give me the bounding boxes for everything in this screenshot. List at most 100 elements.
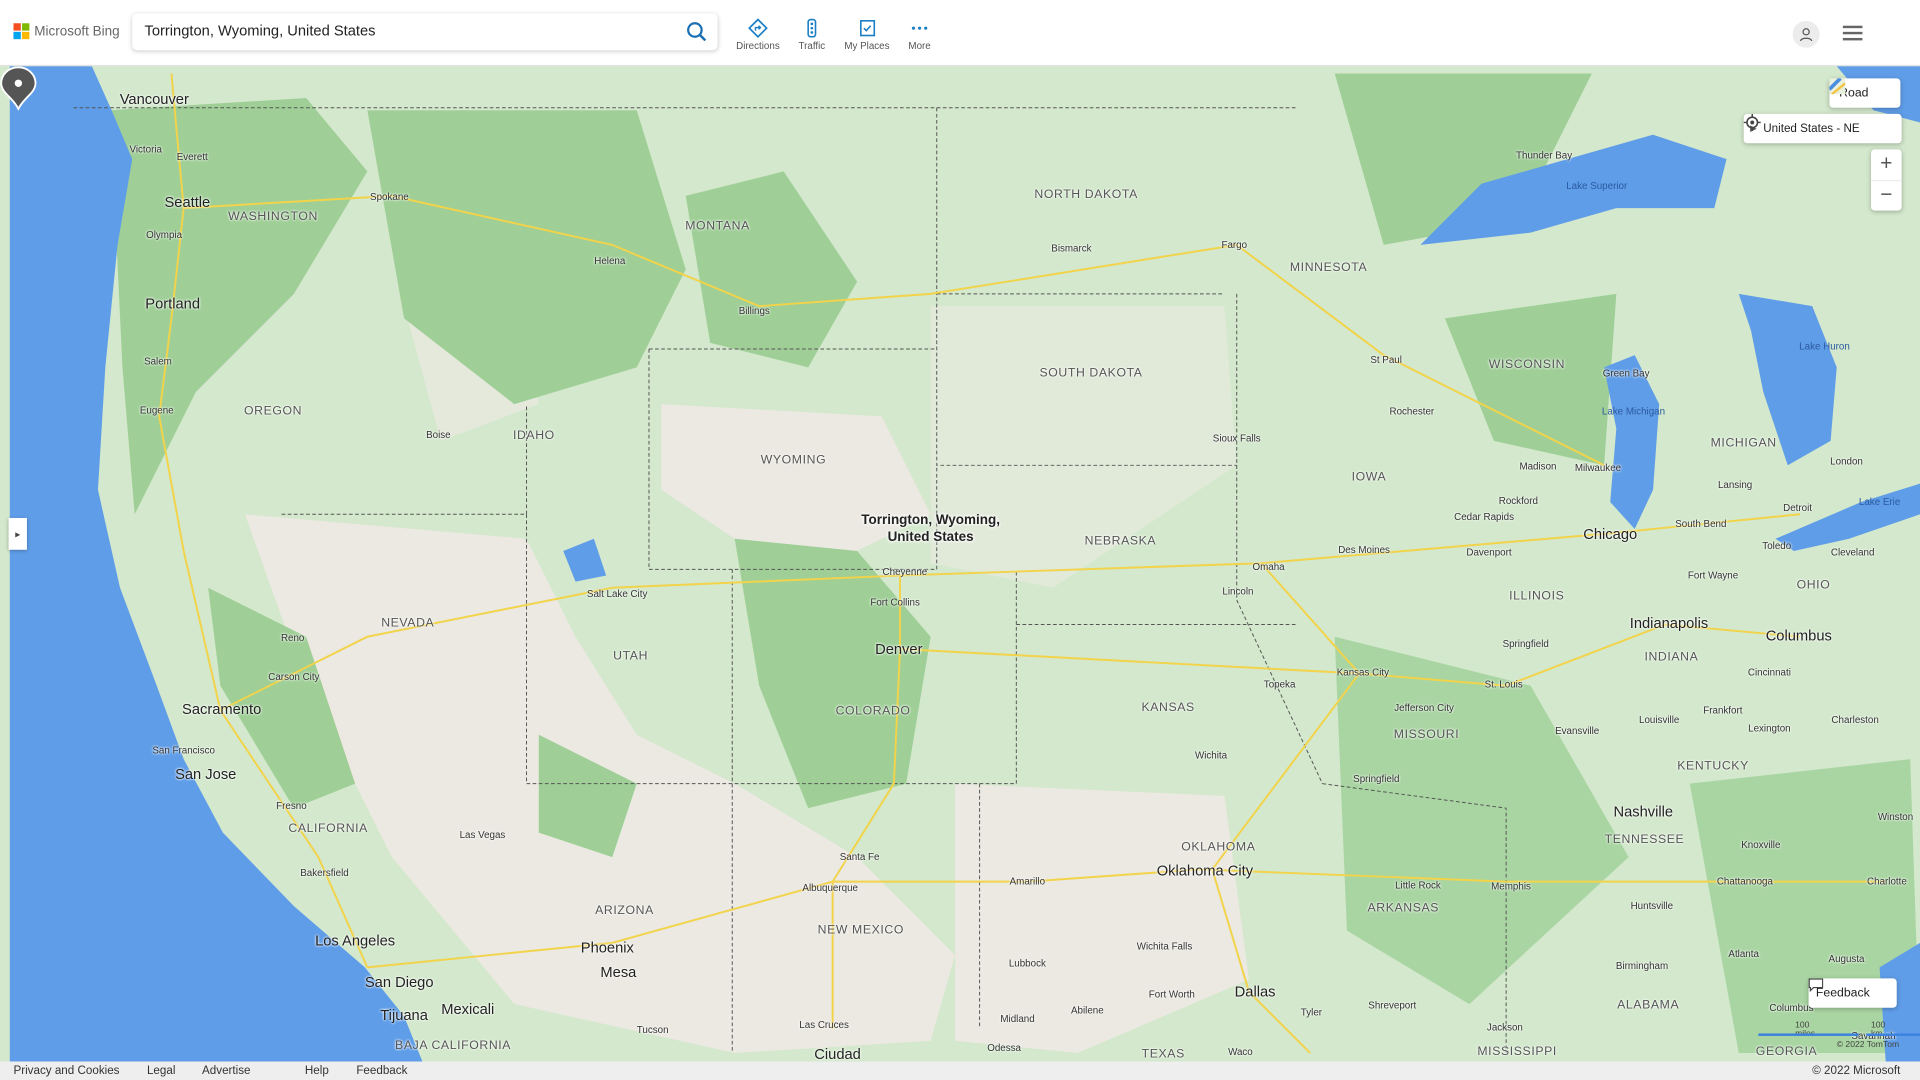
city-label[interactable]: Boise bbox=[426, 429, 451, 440]
map-feedback-button[interactable]: Feedback bbox=[1808, 978, 1897, 1008]
city-label[interactable]: Evansville bbox=[1555, 726, 1599, 737]
city-label[interactable]: Madison bbox=[1519, 461, 1556, 472]
my-location-icon[interactable] bbox=[1743, 113, 1761, 132]
city-label[interactable]: Rockford bbox=[1499, 495, 1538, 506]
major-city-label[interactable]: Denver bbox=[875, 640, 922, 657]
expand-panel-button[interactable]: ▸ bbox=[8, 517, 27, 550]
city-label[interactable]: Charleston bbox=[1831, 714, 1878, 725]
city-label[interactable]: Wichita bbox=[1195, 750, 1227, 761]
bing-logo[interactable]: Microsoft Bing bbox=[13, 23, 120, 40]
state-label[interactable]: ARIZONA bbox=[595, 904, 654, 917]
search-box[interactable] bbox=[132, 13, 718, 51]
state-label[interactable]: TENNESSEE bbox=[1605, 833, 1685, 846]
city-label[interactable]: Cleveland bbox=[1831, 547, 1875, 558]
state-label[interactable]: MONTANA bbox=[685, 220, 750, 233]
privacy-link[interactable]: Privacy and Cookies bbox=[13, 1064, 119, 1077]
city-label[interactable]: Lexington bbox=[1748, 723, 1790, 734]
city-label[interactable]: Huntsville bbox=[1631, 901, 1673, 912]
my-places-button[interactable]: My Places bbox=[840, 18, 894, 51]
state-label[interactable]: NEVADA bbox=[381, 617, 434, 630]
traffic-button[interactable]: Traffic bbox=[785, 18, 839, 51]
city-label[interactable]: Augusta bbox=[1829, 953, 1865, 964]
city-label[interactable]: Kansas City bbox=[1337, 667, 1389, 678]
city-label[interactable]: Frankfort bbox=[1703, 705, 1742, 716]
city-label[interactable]: Bismarck bbox=[1051, 243, 1091, 254]
city-label[interactable]: Thunder Bay bbox=[1516, 150, 1572, 161]
city-label[interactable]: Salt Lake City bbox=[587, 588, 647, 599]
city-label[interactable]: Las Cruces bbox=[799, 1019, 849, 1030]
legal-link[interactable]: Legal bbox=[147, 1064, 175, 1077]
search-icon[interactable] bbox=[686, 21, 708, 43]
lake-label[interactable]: Lake Michigan bbox=[1602, 406, 1665, 417]
city-label[interactable]: Memphis bbox=[1491, 881, 1531, 892]
city-label[interactable]: Everett bbox=[177, 151, 208, 162]
major-city-label[interactable]: Mexicali bbox=[441, 1000, 494, 1017]
city-label[interactable]: St Paul bbox=[1370, 354, 1402, 365]
city-label[interactable]: Milwaukee bbox=[1575, 462, 1621, 473]
city-label[interactable]: Knoxville bbox=[1741, 839, 1780, 850]
locator-bar[interactable]: ▶ United States - NE bbox=[1743, 113, 1902, 144]
state-label[interactable]: NORTH DAKOTA bbox=[1034, 188, 1138, 201]
city-label[interactable]: Springfield bbox=[1503, 639, 1549, 650]
state-label[interactable]: IDAHO bbox=[513, 429, 555, 442]
city-label[interactable]: Tucson bbox=[637, 1024, 669, 1035]
city-label[interactable]: Waco bbox=[1228, 1046, 1253, 1057]
major-city-label[interactable]: Sacramento bbox=[182, 700, 261, 717]
city-label[interactable]: Albuquerque bbox=[802, 882, 858, 893]
major-city-label[interactable]: Dallas bbox=[1235, 983, 1276, 1000]
city-label[interactable]: Cincinnati bbox=[1748, 667, 1791, 678]
state-label[interactable]: SOUTH DAKOTA bbox=[1039, 367, 1142, 380]
lake-label[interactable]: Lake Superior bbox=[1566, 181, 1627, 192]
city-label[interactable]: Shreveport bbox=[1368, 1000, 1416, 1011]
city-label[interactable]: Louisville bbox=[1639, 714, 1679, 725]
major-city-label[interactable]: Nashville bbox=[1613, 803, 1673, 820]
city-label[interactable]: Wichita Falls bbox=[1137, 941, 1193, 952]
major-city-label[interactable]: Seattle bbox=[164, 193, 210, 210]
city-label[interactable]: Jackson bbox=[1487, 1022, 1523, 1033]
state-label[interactable]: CALIFORNIA bbox=[288, 822, 368, 835]
city-label[interactable]: Victoria bbox=[129, 144, 161, 155]
state-label[interactable]: INDIANA bbox=[1644, 651, 1698, 664]
city-label[interactable]: St. Louis bbox=[1485, 679, 1523, 690]
city-label[interactable]: Carson City bbox=[268, 672, 319, 683]
city-label[interactable]: Atlanta bbox=[1728, 948, 1758, 959]
search-input[interactable] bbox=[142, 20, 674, 41]
city-label[interactable]: Springfield bbox=[1353, 773, 1399, 784]
state-label[interactable]: WYOMING bbox=[761, 454, 827, 467]
state-label[interactable]: MINNESOTA bbox=[1290, 261, 1367, 274]
more-button[interactable]: More bbox=[893, 18, 947, 51]
zoom-in-button[interactable]: + bbox=[1871, 149, 1902, 182]
city-label[interactable]: Charlotte bbox=[1867, 876, 1907, 887]
major-city-label[interactable]: Chicago bbox=[1583, 525, 1637, 542]
location-pin-icon[interactable] bbox=[0, 66, 37, 111]
city-label[interactable]: Cedar Rapids bbox=[1454, 511, 1514, 522]
major-city-label[interactable]: Columbus bbox=[1766, 627, 1832, 644]
city-label[interactable]: Des Moines bbox=[1338, 544, 1390, 555]
state-label[interactable]: KENTUCKY bbox=[1677, 760, 1749, 773]
major-city-label[interactable]: Tijuana bbox=[380, 1007, 428, 1024]
state-label[interactable]: TEXAS bbox=[1142, 1048, 1185, 1061]
major-city-label[interactable]: Mesa bbox=[600, 964, 636, 981]
state-label[interactable]: MICHIGAN bbox=[1711, 437, 1777, 450]
city-label[interactable]: Bakersfield bbox=[300, 868, 348, 879]
hamburger-menu-icon[interactable] bbox=[1842, 25, 1863, 41]
city-label[interactable]: Winston bbox=[1878, 811, 1913, 822]
city-label[interactable]: Midland bbox=[1000, 1013, 1034, 1024]
city-label[interactable]: Green Bay bbox=[1603, 368, 1650, 379]
state-label[interactable]: IOWA bbox=[1352, 471, 1387, 484]
city-label[interactable]: Fort Worth bbox=[1149, 989, 1195, 1000]
state-label[interactable]: UTAH bbox=[613, 650, 648, 663]
city-label[interactable]: Birmingham bbox=[1616, 961, 1668, 972]
city-label[interactable]: San Francisco bbox=[152, 745, 215, 756]
major-city-label[interactable]: Phoenix bbox=[581, 939, 634, 956]
advertise-link[interactable]: Advertise bbox=[202, 1064, 251, 1077]
city-label[interactable]: Omaha bbox=[1253, 561, 1285, 572]
major-city-label[interactable]: Indianapolis bbox=[1630, 615, 1708, 632]
city-label[interactable]: Fresno bbox=[276, 800, 306, 811]
city-label[interactable]: Topeka bbox=[1264, 679, 1296, 690]
city-label[interactable]: Helena bbox=[594, 255, 625, 266]
state-label[interactable]: ALABAMA bbox=[1617, 999, 1679, 1012]
city-label[interactable]: Chattanooga bbox=[1717, 876, 1773, 887]
major-city-label[interactable]: San Jose bbox=[175, 765, 236, 782]
state-label[interactable]: WASHINGTON bbox=[228, 210, 318, 223]
